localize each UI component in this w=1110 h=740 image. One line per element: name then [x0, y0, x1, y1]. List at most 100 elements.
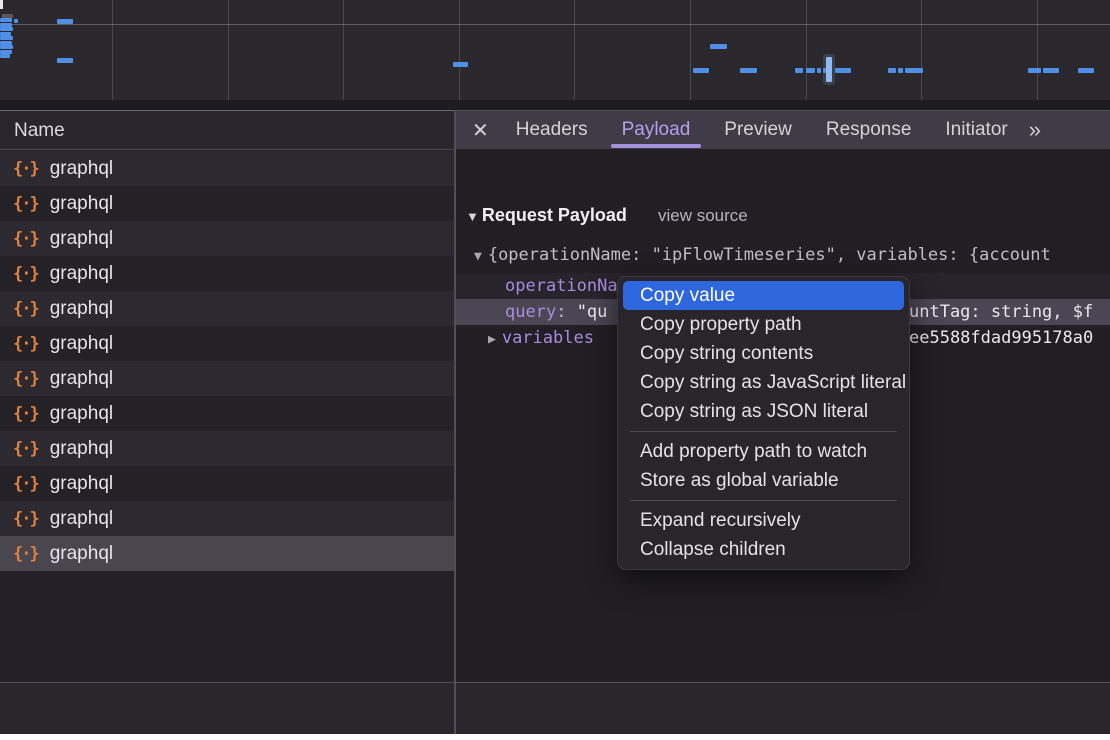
tab-response[interactable]: Response	[809, 111, 929, 149]
devtools-network-panel: Name {·}graphql{·}graphql{·}graphql{·}gr…	[0, 0, 1110, 734]
request-timing-bar	[0, 54, 10, 58]
menu-separator	[630, 431, 897, 432]
menu-item-copy-property-path[interactable]: Copy property path	[623, 310, 904, 339]
request-row-graphql[interactable]: {·} graphql	[0, 291, 454, 326]
json-braces-icon: {·}	[13, 194, 38, 214]
request-row-graphql[interactable]: {·} graphql	[0, 221, 454, 256]
request-row-graphql[interactable]: {·} graphql	[0, 501, 454, 536]
tab-preview[interactable]: Preview	[707, 111, 809, 149]
menu-item-add-property-path-to-watch[interactable]: Add property path to watch	[623, 437, 904, 466]
request-timing-bar	[14, 19, 18, 23]
close-icon[interactable]: ✕	[472, 118, 489, 143]
request-row-graphql[interactable]: {·} graphql	[0, 256, 454, 291]
request-timing-bar	[453, 62, 468, 67]
request-rows: {·} graphql {·} graphql {·} graphql {·} graphql…	[0, 151, 454, 571]
request-timing-bar	[1028, 68, 1041, 73]
request-row-graphql[interactable]: {·} graphql	[0, 186, 454, 221]
request-timing-bar	[0, 18, 12, 22]
request-timing-bar	[57, 58, 73, 63]
request-row-graphql[interactable]: {·}graphql	[0, 396, 454, 431]
menu-separator	[630, 500, 897, 501]
tabs-container: HeadersPayloadPreviewResponseInitiator	[499, 111, 1025, 149]
json-braces-icon: {·}	[13, 264, 38, 284]
request-name-label: graphql	[50, 263, 113, 285]
request-row-graphql[interactable]: {·}graphql	[0, 326, 454, 361]
view-source-link[interactable]: view source	[658, 206, 748, 226]
request-timing-bar	[835, 68, 851, 73]
more-tabs-chevron-icon[interactable]: »	[1029, 117, 1039, 143]
request-timing-bar	[898, 68, 903, 73]
json-braces-icon: {·}	[13, 334, 38, 354]
menu-item-copy-string-contents[interactable]: Copy string contents	[623, 339, 904, 368]
detail-tabbar: ✕ HeadersPayloadPreviewResponseInitiator…	[456, 110, 1110, 149]
request-row-graphql[interactable]: {·}graphql	[0, 151, 454, 186]
request-name-label: graphql	[50, 298, 113, 320]
timeline-marker	[826, 57, 832, 82]
json-preview-fragment-right: ee5588fdad995178a0	[909, 325, 1093, 351]
menu-item-store-as-global-variable[interactable]: Store as global variable	[623, 466, 904, 495]
menu-item-collapse-children[interactable]: Collapse children	[623, 535, 904, 564]
json-braces-icon: {·}	[13, 299, 38, 319]
menu-item-copy-string-as-json-literal[interactable]: Copy string as JSON literal	[623, 397, 904, 426]
request-timing-bar	[693, 68, 709, 73]
expanded-triangle-icon[interactable]: ▼	[474, 249, 482, 264]
section-title: Request Payload	[482, 205, 627, 226]
json-braces-icon: {·}	[13, 159, 38, 179]
request-timing-bar	[0, 45, 13, 49]
json-root-row[interactable]: ▼ {operationName: "ipFlowTimeseries", var…	[456, 242, 1110, 268]
request-timing-bar	[806, 68, 815, 73]
request-row-graphql[interactable]: {·} graphql	[0, 431, 454, 466]
request-name-label: graphql	[50, 508, 113, 530]
overview-vertical-gridline	[1037, 0, 1038, 100]
request-name-label: graphql	[50, 473, 113, 495]
collapsed-triangle-icon[interactable]: ▶	[488, 332, 496, 347]
json-braces-icon: {·}	[13, 509, 38, 529]
timeline-corner-tick	[0, 0, 3, 9]
request-timing-bar	[905, 68, 923, 73]
request-list-panel: Name {·}graphql{·}graphql{·}graphql{·}gr…	[0, 110, 454, 682]
tab-initiator[interactable]: Initiator	[928, 111, 1024, 149]
overview-vertical-gridline	[459, 0, 460, 100]
request-timing-bar	[817, 68, 821, 73]
overview-vertical-gridline	[574, 0, 575, 100]
json-value-fragment-right: untTag: string, $f	[909, 299, 1093, 325]
request-timing-bar	[740, 68, 757, 73]
request-row-graphql[interactable]: {·} graphql	[0, 466, 454, 501]
json-braces-icon: {·}	[13, 369, 38, 389]
overview-horizontal-gridline	[0, 24, 1110, 25]
request-row-graphql[interactable]: {·}graphql	[0, 361, 454, 396]
overview-vertical-gridline	[690, 0, 691, 100]
json-colon: :	[556, 302, 566, 322]
context-menu: Copy valueCopy property pathCopy string …	[617, 276, 910, 570]
section-disclosure-triangle-icon[interactable]: ▼	[466, 209, 479, 224]
request-timing-bar	[795, 68, 803, 73]
json-braces-icon: {·}	[13, 474, 38, 494]
request-timing-bar	[1043, 68, 1059, 73]
overview-vertical-gridline	[112, 0, 113, 100]
json-key: query	[505, 302, 556, 322]
json-root-preview: {operationName: "ipFlowTimeseries", vari…	[488, 245, 1051, 265]
overview-vertical-gridline	[806, 0, 807, 100]
menu-item-expand-recursively[interactable]: Expand recursively	[623, 506, 904, 535]
json-braces-icon: {·}	[13, 404, 38, 424]
tab-headers[interactable]: Headers	[499, 111, 605, 149]
request-row-graphql[interactable]: {·}graphql	[0, 536, 454, 571]
menu-item-copy-string-as-javascript-literal[interactable]: Copy string as JavaScript literal	[623, 368, 904, 397]
tab-payload[interactable]: Payload	[605, 111, 708, 149]
name-column-header[interactable]: Name	[0, 111, 454, 150]
request-name-label: graphql	[50, 438, 113, 460]
json-braces-icon: {·}	[13, 439, 38, 459]
request-timing-bar	[57, 19, 73, 24]
overview-vertical-gridline	[228, 0, 229, 100]
request-name-label: graphql	[50, 228, 113, 250]
json-key: variables	[502, 328, 594, 348]
timeline-gray-bar	[2, 14, 13, 18]
menu-item-copy-value[interactable]: Copy value	[623, 281, 904, 310]
request-timing-bar	[888, 68, 896, 73]
overview-bottom-band	[0, 100, 1110, 110]
request-payload-section-header[interactable]: ▼ Request Payload	[466, 205, 627, 226]
request-timing-bar	[0, 27, 13, 31]
network-overview-timeline[interactable]	[0, 0, 1110, 100]
json-braces-icon: {·}	[13, 229, 38, 249]
request-name-label: graphql	[50, 193, 113, 215]
